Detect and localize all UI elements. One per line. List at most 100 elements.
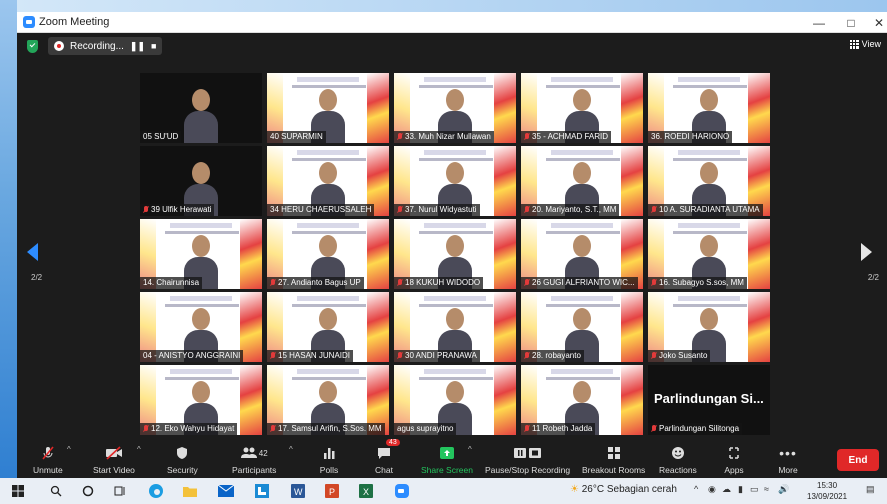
security-button[interactable]: Security bbox=[167, 443, 198, 475]
notifications-icon[interactable]: ▤ bbox=[866, 484, 875, 495]
participant-tile[interactable]: 18 KUKUH WIDODO bbox=[394, 219, 516, 289]
show-hidden-icons-caret[interactable]: ^ bbox=[694, 484, 698, 494]
reactions-icon bbox=[668, 443, 688, 463]
banner-text bbox=[292, 231, 366, 234]
more-dots-icon: ••• bbox=[779, 445, 797, 461]
cortana-icon[interactable] bbox=[80, 483, 96, 499]
participant-name: 12. Eko Wahyu Hidayat bbox=[151, 424, 235, 433]
participant-tile[interactable]: 28. robayanto bbox=[521, 292, 643, 362]
participant-tile[interactable]: 39 Ulfik Herawati bbox=[140, 146, 262, 216]
volume-icon[interactable]: 🔊 bbox=[778, 484, 789, 495]
end-meeting-button[interactable]: End bbox=[837, 449, 879, 471]
breakout-rooms-icon bbox=[604, 443, 624, 463]
banner-text bbox=[546, 304, 620, 307]
share-options-caret[interactable]: ^ bbox=[468, 445, 472, 454]
participant-tile[interactable]: 11 Robeth Jadda bbox=[521, 365, 643, 435]
edge-icon[interactable] bbox=[148, 483, 164, 499]
pause-stop-recording-button[interactable]: Pause/Stop Recording bbox=[485, 443, 570, 475]
cloud-icon[interactable]: ☁ bbox=[722, 484, 731, 495]
mail-icon[interactable] bbox=[218, 483, 234, 499]
app-icon[interactable] bbox=[254, 483, 270, 499]
share-screen-button[interactable]: Share Screen bbox=[421, 443, 473, 475]
mic-muted-icon bbox=[397, 352, 403, 360]
participant-tile[interactable]: 15 HASAN JUNAIDI bbox=[267, 292, 389, 362]
system-clock[interactable]: 15:30 13/09/2021 bbox=[807, 480, 847, 502]
screen: Zoom Meeting — □ ✕ Recording... ❚❚ ■ Vie… bbox=[0, 0, 887, 504]
participant-tile[interactable]: 14. Chairunnisa bbox=[140, 219, 262, 289]
unmute-button[interactable]: Unmute bbox=[33, 443, 63, 475]
participant-tile[interactable]: 35 - ACHMAD FARID bbox=[521, 73, 643, 143]
participant-tile[interactable]: 27. Andianto Bagus UP bbox=[267, 219, 389, 289]
participant-tile[interactable]: 33. Muh Nizar Mullawan bbox=[394, 73, 516, 143]
participant-tile[interactable]: 34 HERU CHAERUSSALEH bbox=[267, 146, 389, 216]
banner-logo bbox=[551, 150, 613, 155]
participant-head bbox=[573, 381, 591, 403]
banner-logo bbox=[297, 77, 359, 82]
weather-widget[interactable]: ☀ 26°C Sebagian cerah bbox=[570, 484, 677, 495]
task-view-icon[interactable] bbox=[112, 483, 128, 499]
wifi-icon[interactable]: ≈ bbox=[764, 484, 769, 494]
participant-name-label: Joko Susanto bbox=[648, 350, 711, 362]
reactions-button[interactable]: Reactions bbox=[659, 443, 697, 475]
security-shield-icon bbox=[172, 443, 192, 463]
breakout-rooms-button[interactable]: Breakout Rooms bbox=[582, 443, 645, 475]
video-options-caret[interactable]: ^ bbox=[137, 445, 141, 454]
participant-name: 18 KUKUH WIDODO bbox=[405, 278, 481, 287]
file-explorer-icon[interactable] bbox=[182, 483, 198, 499]
participant-tile[interactable]: 30 ANDI PRANAWA bbox=[394, 292, 516, 362]
participant-tile[interactable]: Joko Susanto bbox=[648, 292, 770, 362]
participant-tile[interactable]: 16. Subagyo S.sos, MM bbox=[648, 219, 770, 289]
participant-name: 04 - ANISTYO ANGGRAINI bbox=[143, 351, 241, 360]
banner-logo bbox=[297, 369, 359, 374]
view-button[interactable]: View bbox=[849, 39, 881, 49]
participant-tile[interactable]: 40 SUPARMIN bbox=[267, 73, 389, 143]
start-video-button[interactable]: Start Video bbox=[93, 443, 135, 475]
participant-head bbox=[192, 308, 210, 330]
participant-tile[interactable]: 37. Nurul Widyastuti bbox=[394, 146, 516, 216]
participant-head bbox=[446, 381, 464, 403]
pause-recording-icon[interactable]: ❚❚ bbox=[130, 41, 145, 52]
participants-label: Participants bbox=[232, 465, 277, 475]
zoom-taskbar-icon[interactable] bbox=[394, 483, 410, 499]
banner-logo bbox=[678, 150, 740, 155]
participant-tile[interactable]: 10 A. SURADIANTA UTAMA bbox=[648, 146, 770, 216]
powerpoint-icon[interactable]: P bbox=[324, 483, 340, 499]
desktop-wallpaper-top bbox=[17, 0, 887, 12]
participant-name: 05 SU'UD bbox=[143, 132, 179, 141]
audio-options-caret[interactable]: ^ bbox=[67, 445, 71, 454]
chat-badge: 43 bbox=[386, 439, 400, 446]
participant-tile[interactable]: 12. Eko Wahyu Hidayat bbox=[140, 365, 262, 435]
more-button[interactable]: ••• More bbox=[778, 443, 798, 475]
windows-start-icon[interactable] bbox=[10, 483, 26, 499]
participant-tile[interactable]: 20. Mariyanto, S.T., MM bbox=[521, 146, 643, 216]
participant-tile[interactable]: 36. ROEDI HARIONO bbox=[648, 73, 770, 143]
next-page-button[interactable] bbox=[861, 243, 877, 273]
search-icon[interactable] bbox=[48, 483, 64, 499]
arrow-right-icon bbox=[861, 243, 872, 261]
excel-icon[interactable]: X bbox=[358, 483, 374, 499]
participant-tile[interactable]: 05 SU'UD bbox=[140, 73, 262, 143]
shield-icon[interactable] bbox=[27, 39, 38, 53]
participant-tile[interactable]: Parlindungan Si... Parlindungan Silitonga bbox=[648, 365, 770, 435]
participant-name-label: 14. Chairunnisa bbox=[140, 277, 203, 289]
participant-tile[interactable]: 26 GUGI ALFRIANTO WIC... bbox=[521, 219, 643, 289]
battery-icon[interactable]: ▮ bbox=[738, 484, 743, 495]
minimize-button[interactable]: — bbox=[803, 12, 835, 33]
close-button[interactable]: ✕ bbox=[863, 12, 887, 33]
participants-button[interactable]: 42 Participants bbox=[232, 443, 276, 475]
polls-button[interactable]: Polls bbox=[319, 443, 339, 475]
participant-tile[interactable]: 04 - ANISTYO ANGGRAINI bbox=[140, 292, 262, 362]
display-icon[interactable]: ▭ bbox=[750, 484, 759, 495]
mic-muted-icon bbox=[651, 279, 657, 287]
apps-button[interactable]: Apps bbox=[724, 443, 744, 475]
participants-options-caret[interactable]: ^ bbox=[289, 445, 293, 454]
app-tray-icon[interactable]: ◉ bbox=[708, 484, 716, 495]
weather-text: 26°C Sebagian cerah bbox=[581, 484, 677, 495]
chat-button[interactable]: 43 Chat bbox=[374, 439, 400, 475]
stop-recording-icon[interactable]: ■ bbox=[151, 41, 156, 51]
participant-head bbox=[700, 235, 718, 257]
word-icon[interactable]: W bbox=[290, 483, 306, 499]
participant-tile[interactable]: 17. Samsul Arifin, S.Sos. MM bbox=[267, 365, 389, 435]
participant-tile[interactable]: agus suprayitno bbox=[394, 365, 516, 435]
previous-page-button[interactable] bbox=[27, 243, 43, 273]
